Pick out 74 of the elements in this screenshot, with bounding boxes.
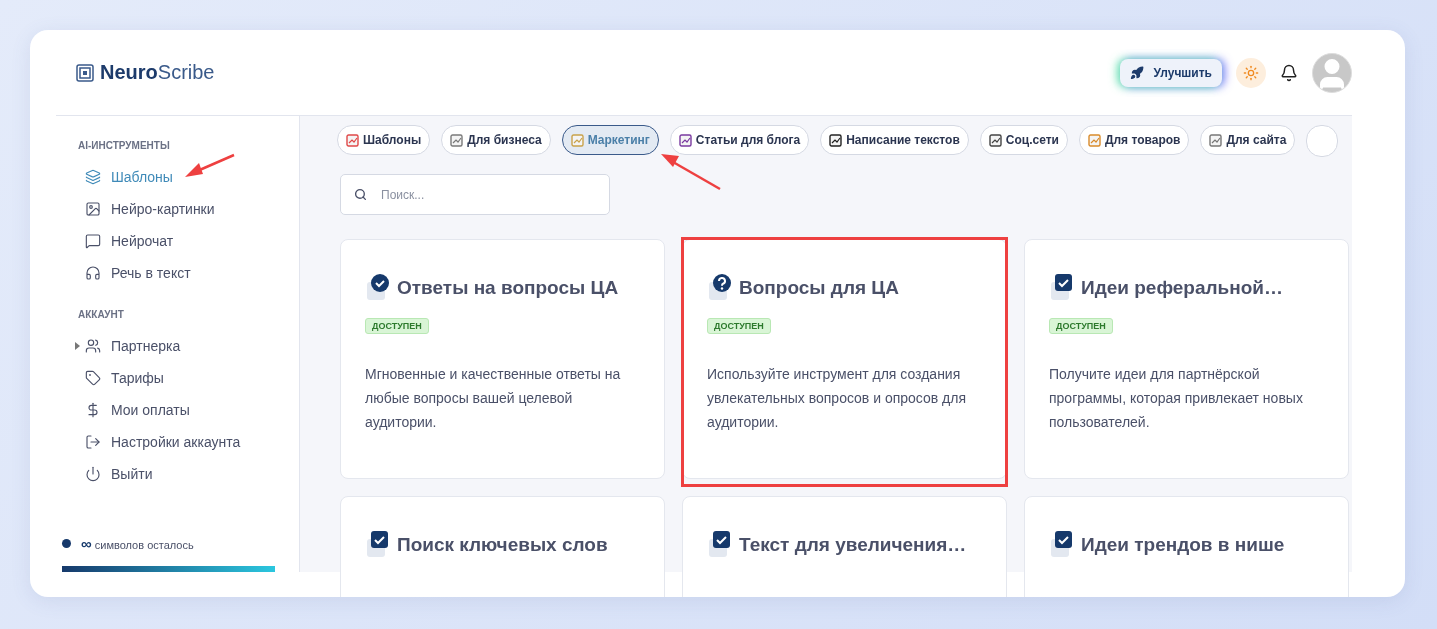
status-dot xyxy=(62,539,71,548)
template-card[interactable]: Ответы на вопросы ЦА ДОСТУПЕН Мгновенные и качественные ответы на любые вопросы вашей целевой аудитории. xyxy=(340,239,665,479)
section-title: AI-ИНСТРУМЕНТЫ xyxy=(77,140,171,151)
menu-icon xyxy=(85,434,101,450)
template-card[interactable]: Поиск ключевых слов xyxy=(340,496,665,597)
category-icon xyxy=(678,133,692,147)
card-description: Получите идеи для партнёрской программы, которая привлекает новых пользователей. xyxy=(1049,365,1304,432)
category-chip[interactable] xyxy=(1306,125,1339,157)
category-icon xyxy=(1087,133,1101,147)
category-chip[interactable]: Статьи для блога xyxy=(669,125,810,155)
sidebar-item[interactable]: Нейро-картинки xyxy=(56,193,299,225)
sidebar-item[interactable]: Мои оплаты xyxy=(56,394,299,426)
checkbox-icon xyxy=(1049,531,1075,559)
checkbox-icon xyxy=(365,531,391,559)
card-description: Используйте инструмент для создания увлекательных вопросов и опросов для аудитории. xyxy=(707,365,968,432)
menu-icon xyxy=(85,201,101,217)
credits-text: ∞ символов осталось xyxy=(81,535,194,552)
card-title: Текст для увеличения… xyxy=(739,534,967,556)
category-chip[interactable]: Для сайта xyxy=(1200,125,1296,155)
search-field[interactable]: Поиск... xyxy=(340,174,610,215)
category-icon xyxy=(1209,133,1223,147)
card-title: Ответы на вопросы ЦА xyxy=(397,277,619,299)
menu-icon xyxy=(85,338,101,354)
category-chip[interactable]: Написание текстов xyxy=(820,125,969,155)
status-badge: ДОСТУПЕН xyxy=(365,318,429,334)
category-chip[interactable]: Шаблоны xyxy=(337,125,431,155)
checkbox-icon xyxy=(1049,274,1075,302)
logo-icon xyxy=(76,63,94,82)
menu-icon xyxy=(85,466,101,482)
category-chip[interactable]: Маркетинг xyxy=(561,125,659,155)
card-title: Идеи реферальной… xyxy=(1081,277,1284,299)
sidebar-item[interactable]: Выйти xyxy=(56,458,299,490)
notifications-icon[interactable] xyxy=(1280,63,1298,82)
sun-icon xyxy=(1243,64,1259,81)
sidebar-item[interactable]: Нейрочат xyxy=(56,225,299,257)
category-icon xyxy=(829,133,843,147)
check-icon xyxy=(365,274,391,302)
status-badge: ДОСТУПЕН xyxy=(1049,318,1113,334)
sidebar-item[interactable]: Речь в текст xyxy=(56,257,299,289)
annotation-arrow xyxy=(659,152,723,192)
menu-icon xyxy=(85,402,101,418)
category-chip[interactable]: Для бизнеса xyxy=(441,125,551,155)
sidebar-item[interactable]: Партнерка xyxy=(56,330,299,362)
caret-icon[interactable] xyxy=(75,342,80,350)
category-icon xyxy=(570,133,584,147)
category-icon xyxy=(988,133,1002,147)
category-chip[interactable]: Для товаров xyxy=(1078,125,1190,155)
avatar[interactable] xyxy=(1312,52,1352,93)
rocket-icon xyxy=(1129,65,1144,80)
theme-toggle-button[interactable] xyxy=(1236,57,1266,88)
annotation-arrow xyxy=(183,152,237,180)
menu-icon xyxy=(85,370,101,386)
template-card[interactable]: Идеи реферальной… ДОСТУПЕН Получите идеи для партнёрской программы, которая привлекает новых пользователей. xyxy=(1024,239,1349,479)
template-card[interactable]: Идеи трендов в нише xyxy=(1024,496,1349,597)
menu-icon xyxy=(85,233,101,249)
card-description: Мгновенные и качественные ответы на любые вопросы вашей целевой аудитории. xyxy=(365,365,622,432)
sidebar-item[interactable]: Тарифы xyxy=(56,362,299,394)
card-title: Поиск ключевых слов xyxy=(397,534,608,556)
upgrade-button[interactable]: Улучшить xyxy=(1119,58,1222,87)
category-chip[interactable]: Соц.сети xyxy=(979,125,1068,155)
question-icon xyxy=(707,274,733,302)
menu-icon xyxy=(85,265,101,281)
menu-icon xyxy=(85,169,101,185)
brand-name: NeuroScribe xyxy=(100,61,215,84)
card-title: Идеи трендов в нише xyxy=(1081,534,1285,556)
template-card[interactable]: Текст для увеличения… xyxy=(682,496,1007,597)
category-icon xyxy=(346,133,359,147)
status-badge: ДОСТУПЕН xyxy=(707,318,771,334)
card-title: Вопросы для ЦА xyxy=(739,277,899,299)
sidebar-item[interactable]: Шаблоны xyxy=(56,161,299,193)
checkbox-icon xyxy=(707,531,733,559)
section-title: АККАУНТ xyxy=(77,309,125,320)
category-icon xyxy=(450,133,464,147)
sidebar-item[interactable]: Настройки аккаунта xyxy=(56,426,299,458)
